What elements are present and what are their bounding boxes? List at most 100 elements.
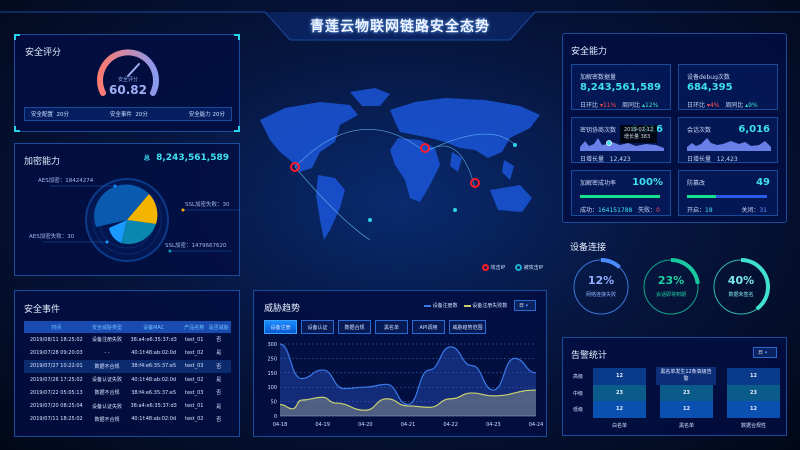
alarm-stats-panel: 告警统计 日 ▾ 高级 12 12 中级 23 23 23 低级 12 12 12 白名单 黑名单 数据合… <box>562 337 787 436</box>
alarm-cell[interactable]: 12 <box>593 368 646 385</box>
legend-series-2: 设备注册失败数 <box>463 302 507 309</box>
table-cell: 2019/07/20 08:25:04 <box>29 403 83 410</box>
table-cell: test_01 <box>185 403 204 410</box>
table-cell: 数据不合规 <box>94 390 120 397</box>
x-tick-label: 04-21 <box>401 422 416 428</box>
tab-api-calls[interactable]: API调用 <box>412 320 445 334</box>
encryption-panel: 加密能力 总 8,243,561,589 AES加密：18424274 SSL加… <box>14 143 241 276</box>
table-cell: test_01 <box>185 336 204 343</box>
period-select[interactable]: 日 ▾ <box>514 300 536 311</box>
level-label: 低级 <box>573 407 584 413</box>
table-cell: 38:a4:e6:35:37:d3 <box>130 403 177 410</box>
card-tamper-proof: 防篡改 49 开启：18 关闭：31 <box>678 170 778 216</box>
tamper-bar <box>687 195 767 198</box>
y-tick-label: 300 <box>267 342 277 348</box>
y-tick-label: 250 <box>267 356 277 362</box>
table-cell: test_02 <box>185 376 204 383</box>
trend-chart: 0 50 100 150 250 300 04-18 04-19 04-20 04-21 04-22… <box>267 342 544 428</box>
x-tick-label: 04-20 <box>358 422 373 428</box>
column-header: 设备MAC <box>125 321 183 333</box>
alarm-cell[interactable]: 12 <box>660 401 713 418</box>
legend-aes-fail: AES加密失败：30 <box>29 234 75 240</box>
tab-device-register[interactable]: 设备注册 <box>264 320 297 334</box>
x-tick-label: 04-22 <box>443 422 458 428</box>
table-row[interactable]: 2019/07/20 08:25:04 设备认证失败 38:a4:e6:35:37:… <box>24 399 231 412</box>
tab-blacklist[interactable]: 黑名单 <box>375 320 408 334</box>
ring-label: 数据未签名 <box>728 292 754 298</box>
encryption-rose-chart <box>43 178 241 262</box>
legend-ssl-fail: SSL加密失败：30 <box>185 202 230 208</box>
world-map <box>260 88 540 241</box>
panel-title: 威胁趋势 <box>264 304 301 314</box>
legend-attack: 攻击IP <box>482 264 505 271</box>
score-item: 安全事件 20分 <box>109 112 148 118</box>
events-table: 时间 安全威胁类型 设备MAC 产品名称 是否威胁 2019/08/11 18:25:02… <box>24 321 231 426</box>
alarm-cell[interactable]: 12 <box>727 401 780 418</box>
column-header: 时间 <box>24 321 89 333</box>
table-row[interactable]: 2019/07/11 18:25:02 数据不合规 40:1f:48:ab:02:0… <box>24 413 231 426</box>
table-cell: 38:f4:e6:35:37:e5 <box>131 389 177 396</box>
connection-ring: 40% 数据未签名 <box>712 258 770 316</box>
ring-label: 网络连接失败 <box>585 292 616 298</box>
security-score-panel: 安全评分 安全评分 60.82 安全配置 20分 安全事件 20分 安全能力 2… <box>14 34 240 132</box>
gauge-label: 安全评分 <box>117 77 138 83</box>
table-cell: 2019/07/11 18:25:02 <box>29 416 83 423</box>
card-debug-count: 设备debug次数 684,395 日环比 ▾4% 周同比 ▴9% <box>678 64 778 110</box>
table-cell: test_03 <box>185 389 204 396</box>
table-cell: 否 <box>216 337 222 344</box>
tab-data-compliance[interactable]: 数据合规 <box>338 320 371 334</box>
table-row[interactable]: 2019/07/28 09:20:03 - - 40:1f:48:ab:02:0d t… <box>24 346 231 359</box>
column-label: 白名单 <box>611 423 627 429</box>
chart-legend: 设备注册数 设备注册失败数 <box>424 302 507 309</box>
alarm-cell[interactable]: 12 <box>727 368 780 385</box>
table-cell: 设备认证失败 <box>91 377 122 384</box>
x-tick-label: 04-24 <box>529 422 544 428</box>
x-tick-label: 04-23 <box>486 422 501 428</box>
table-row[interactable]: 2019/08/11 18:25:02 设备注册失败 38:a4:e6:35:37:… <box>24 333 231 346</box>
y-tick-label: 100 <box>267 385 277 391</box>
card-session-count: 会话次数 6,016 日增长量 12,423 <box>678 117 778 163</box>
table-cell: 数据不合规 <box>94 416 120 423</box>
table-cell: 是 <box>216 350 222 357</box>
y-tick-label: 150 <box>267 371 277 377</box>
card-key-negotiation: 密钥协商次数 6,016 日增长量 12,423 2019-02-12增长量 3… <box>571 117 671 163</box>
table-cell: test_03 <box>182 359 207 373</box>
tab-threat-range[interactable]: 威胁趋势范围 <box>449 320 486 334</box>
score-value: 60.82 <box>109 83 147 97</box>
table-cell: - - <box>104 349 110 356</box>
tab-device-auth[interactable]: 设备认证 <box>301 320 334 334</box>
level-label: 中级 <box>573 390 584 397</box>
panel-title: 安全事件 <box>24 305 61 315</box>
table-row[interactable]: 2019/07/26 17:25:02 设备认证失败 40:1f:48:ab:02:… <box>24 373 231 386</box>
alarm-period-select[interactable]: 日 ▾ <box>753 347 777 358</box>
alarm-tooltip: 黑名单发生12条高级告警 <box>656 367 716 385</box>
x-tick-label: 04-18 <box>273 422 288 428</box>
ring-value: 40% <box>727 274 755 287</box>
panel-title: 安全评分 <box>25 48 62 58</box>
table-cell: 38:f4:e6:35:37:e5 <box>125 359 183 373</box>
alarm-cell[interactable]: 12 <box>593 401 646 418</box>
table-row[interactable]: 2019/07/22 05:05:13 数据不合规 38:f4:e6:35:37:e… <box>24 386 231 399</box>
table-cell: 设备注册失败 <box>91 337 122 344</box>
column-label: 黑名单 <box>678 423 694 429</box>
table-cell: 40:1f:48:ab:02:0d <box>131 376 177 383</box>
alarm-cell[interactable]: 23 <box>593 384 646 401</box>
page-title: 青莲云物联网链路安全态势 <box>310 19 490 35</box>
cyan-ring-icon <box>515 264 523 271</box>
table-row[interactable]: 2019/07/27 10:22:01 数据不合规 38:f4:e6:35:37:e… <box>24 359 231 373</box>
connection-ring: 12% 网络连接失败 <box>572 258 630 316</box>
alarm-cell[interactable]: 23 <box>727 384 780 401</box>
table-cell: 40:1f:48:ab:02:0d <box>131 349 177 356</box>
score-breakdown: 安全配置 20分 安全事件 20分 安全能力 20分 <box>24 107 232 121</box>
table-cell: 2019/07/27 10:22:01 <box>24 359 89 373</box>
threat-trend-panel: 威胁趋势 设备注册数 设备注册失败数 日 ▾ 设备注册 设备认证 数据合规 黑名… <box>253 290 547 437</box>
table-cell: test_02 <box>185 349 204 356</box>
alarm-cell[interactable]: 23 <box>660 384 713 401</box>
column-header: 是否威胁 <box>206 321 231 333</box>
y-tick-label: 0 <box>274 414 277 420</box>
table-cell: 2019/08/11 18:25:02 <box>29 336 83 343</box>
column-header: 安全威胁类型 <box>88 321 126 333</box>
ring-value: 12% <box>587 274 615 287</box>
card-crypto-volume: 加解密数据量 8,243,561,589 日环比 ▾11% 周同比 ▴12% <box>571 64 671 110</box>
map-legend: 攻击IP 被攻击IP <box>482 264 543 271</box>
